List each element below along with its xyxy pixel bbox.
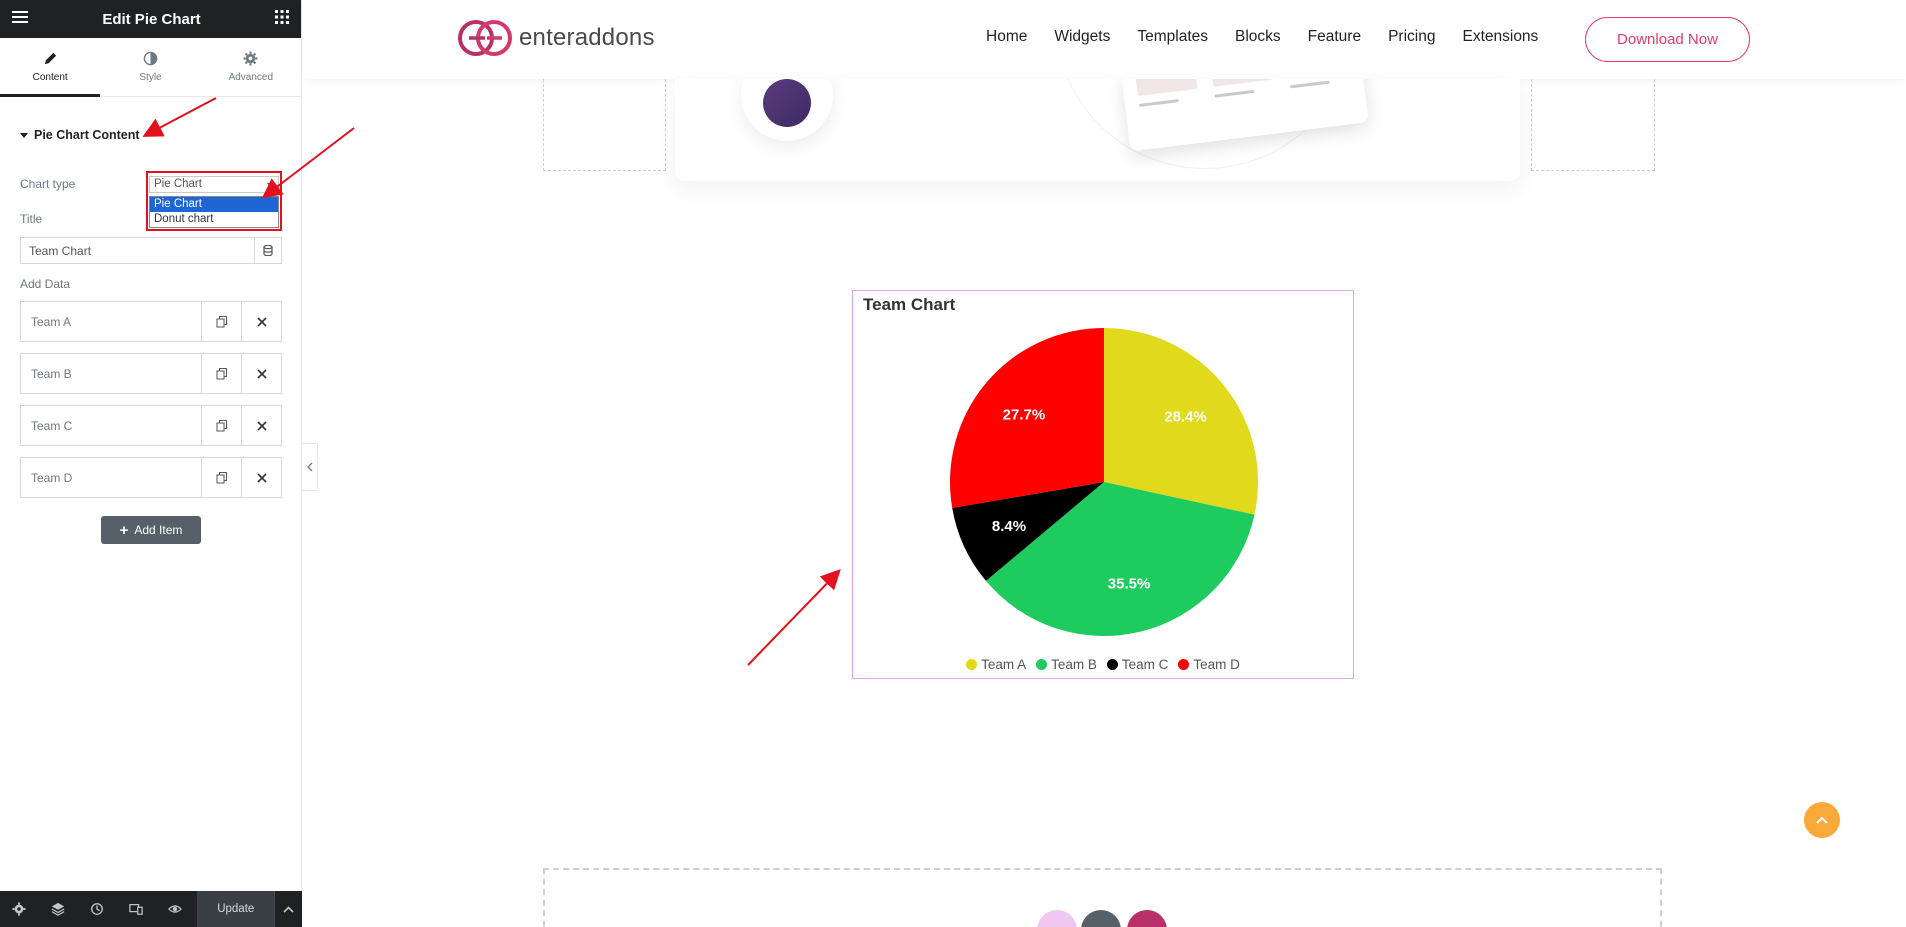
sidebar-footer: Update xyxy=(0,891,302,927)
add-item-button[interactable]: + Add Item xyxy=(101,516,201,544)
chevron-left-icon xyxy=(306,462,312,472)
chart-legend: Team A Team B Team C Team D xyxy=(853,657,1353,672)
legend-item[interactable]: Team C xyxy=(1106,657,1169,672)
legend-swatch xyxy=(966,659,978,670)
main-nav: Home Widgets Templates Blocks Feature Pr… xyxy=(986,28,1538,46)
remove-icon[interactable] xyxy=(241,354,281,393)
column-placeholder-left xyxy=(543,79,666,171)
repeater-item-label: Team B xyxy=(31,366,72,381)
update-button[interactable]: Update xyxy=(197,891,275,927)
repeater-item-label: Team A xyxy=(31,314,72,329)
contrast-icon xyxy=(143,51,158,66)
legend-swatch xyxy=(1178,659,1190,670)
slice-data-label: 28.4% xyxy=(1164,408,1207,425)
add-item-label: Add Item xyxy=(134,523,183,537)
apps-grid-icon[interactable] xyxy=(274,9,289,29)
tab-content[interactable]: Content xyxy=(0,38,101,97)
sidebar-title: Edit Pie Chart xyxy=(102,10,201,28)
hero-card xyxy=(675,79,1520,181)
legend-item[interactable]: Team B xyxy=(1036,657,1097,672)
repeater-item[interactable]: Team D xyxy=(20,457,282,498)
nav-pricing[interactable]: Pricing xyxy=(1388,28,1435,46)
history-icon[interactable] xyxy=(78,891,117,927)
video-play-button[interactable] xyxy=(741,79,833,141)
gear-icon xyxy=(243,51,258,66)
title-value: Team Chart xyxy=(29,244,92,258)
nav-blocks[interactable]: Blocks xyxy=(1235,28,1281,46)
nav-home[interactable]: Home xyxy=(986,28,1027,46)
chevron-up-icon xyxy=(1816,816,1828,824)
dynamic-tags-icon[interactable] xyxy=(254,238,281,263)
sidebar-tabs: Content Style Advanced xyxy=(0,38,301,97)
repeater-item-label: Team C xyxy=(31,418,73,433)
pie-chart: 28.4% 35.5% 8.4% 27.7% xyxy=(950,328,1258,636)
legend-label: Team B xyxy=(1051,657,1097,672)
download-now-button[interactable]: Download Now xyxy=(1585,17,1750,62)
chart-type-label: Chart type xyxy=(20,177,76,191)
duplicate-icon[interactable] xyxy=(201,302,241,341)
repeater-item-label: Team D xyxy=(31,470,73,485)
settings-icon[interactable] xyxy=(0,891,39,927)
site-header: enteraddons Home Widgets Templates Block… xyxy=(303,0,1906,79)
annotation-arrow xyxy=(747,569,841,666)
section-toggle[interactable]: Pie Chart Content xyxy=(20,128,140,142)
sidebar-header: Edit Pie Chart xyxy=(0,0,301,38)
nav-templates[interactable]: Templates xyxy=(1137,28,1208,46)
duplicate-icon[interactable] xyxy=(201,458,241,497)
nav-feature[interactable]: Feature xyxy=(1308,28,1361,46)
hamburger-icon[interactable] xyxy=(12,10,28,29)
caret-down-icon xyxy=(20,132,28,138)
repeater-item[interactable]: Team A xyxy=(20,301,282,342)
remove-icon[interactable] xyxy=(241,458,281,497)
legend-label: Team D xyxy=(1193,657,1240,672)
tab-style[interactable]: Style xyxy=(100,38,200,96)
legend-swatch xyxy=(1036,659,1048,670)
nav-widgets[interactable]: Widgets xyxy=(1054,28,1110,46)
column-placeholder-right xyxy=(1531,79,1655,171)
site-logo[interactable]: enteraddons xyxy=(457,19,655,57)
scroll-to-top-button[interactable] xyxy=(1804,802,1840,838)
legend-item[interactable]: Team A xyxy=(966,657,1026,672)
logo-wordmark: enteraddons xyxy=(519,24,655,51)
editor-sidebar: Edit Pie Chart Content Style Advanced Pi… xyxy=(0,0,302,927)
duplicate-icon[interactable] xyxy=(201,354,241,393)
repeater-item[interactable]: Team B xyxy=(20,353,282,394)
annotation-box xyxy=(146,171,282,231)
duplicate-icon[interactable] xyxy=(201,406,241,445)
legend-label: Team C xyxy=(1121,657,1169,672)
chevron-up-icon[interactable] xyxy=(274,891,302,927)
pencil-icon xyxy=(44,52,56,65)
tab-content-label: Content xyxy=(32,72,68,83)
repeater-item[interactable]: Team C xyxy=(20,405,282,446)
legend-swatch xyxy=(1106,659,1118,670)
nav-extensions[interactable]: Extensions xyxy=(1462,28,1538,46)
logo-mark-icon xyxy=(458,20,512,56)
slice-data-label: 35.5% xyxy=(1108,576,1151,593)
tab-advanced-label: Advanced xyxy=(228,72,274,83)
panel-collapse-handle[interactable] xyxy=(302,443,318,491)
plus-icon: + xyxy=(119,521,129,539)
preview-eye-icon[interactable] xyxy=(156,891,195,927)
slice-data-label: 8.4% xyxy=(992,518,1026,535)
legend-item[interactable]: Team D xyxy=(1178,657,1240,672)
tab-style-label: Style xyxy=(139,72,162,83)
section-title: Pie Chart Content xyxy=(34,128,140,142)
responsive-icon[interactable] xyxy=(117,891,156,927)
tab-advanced[interactable]: Advanced xyxy=(201,38,301,96)
slice-data-label: 27.7% xyxy=(1003,406,1046,423)
layers-icon[interactable] xyxy=(39,891,78,927)
title-label: Title xyxy=(20,212,43,226)
remove-icon[interactable] xyxy=(241,302,281,341)
pie-chart-widget[interactable]: Team Chart 28.4% 35.5% 8.4% 27.7% Team A Tea… xyxy=(852,290,1354,679)
play-icon xyxy=(763,79,811,127)
remove-icon[interactable] xyxy=(241,406,281,445)
add-data-label: Add Data xyxy=(20,277,71,291)
title-field[interactable]: Team Chart xyxy=(20,237,282,264)
legend-label: Team A xyxy=(981,657,1027,672)
